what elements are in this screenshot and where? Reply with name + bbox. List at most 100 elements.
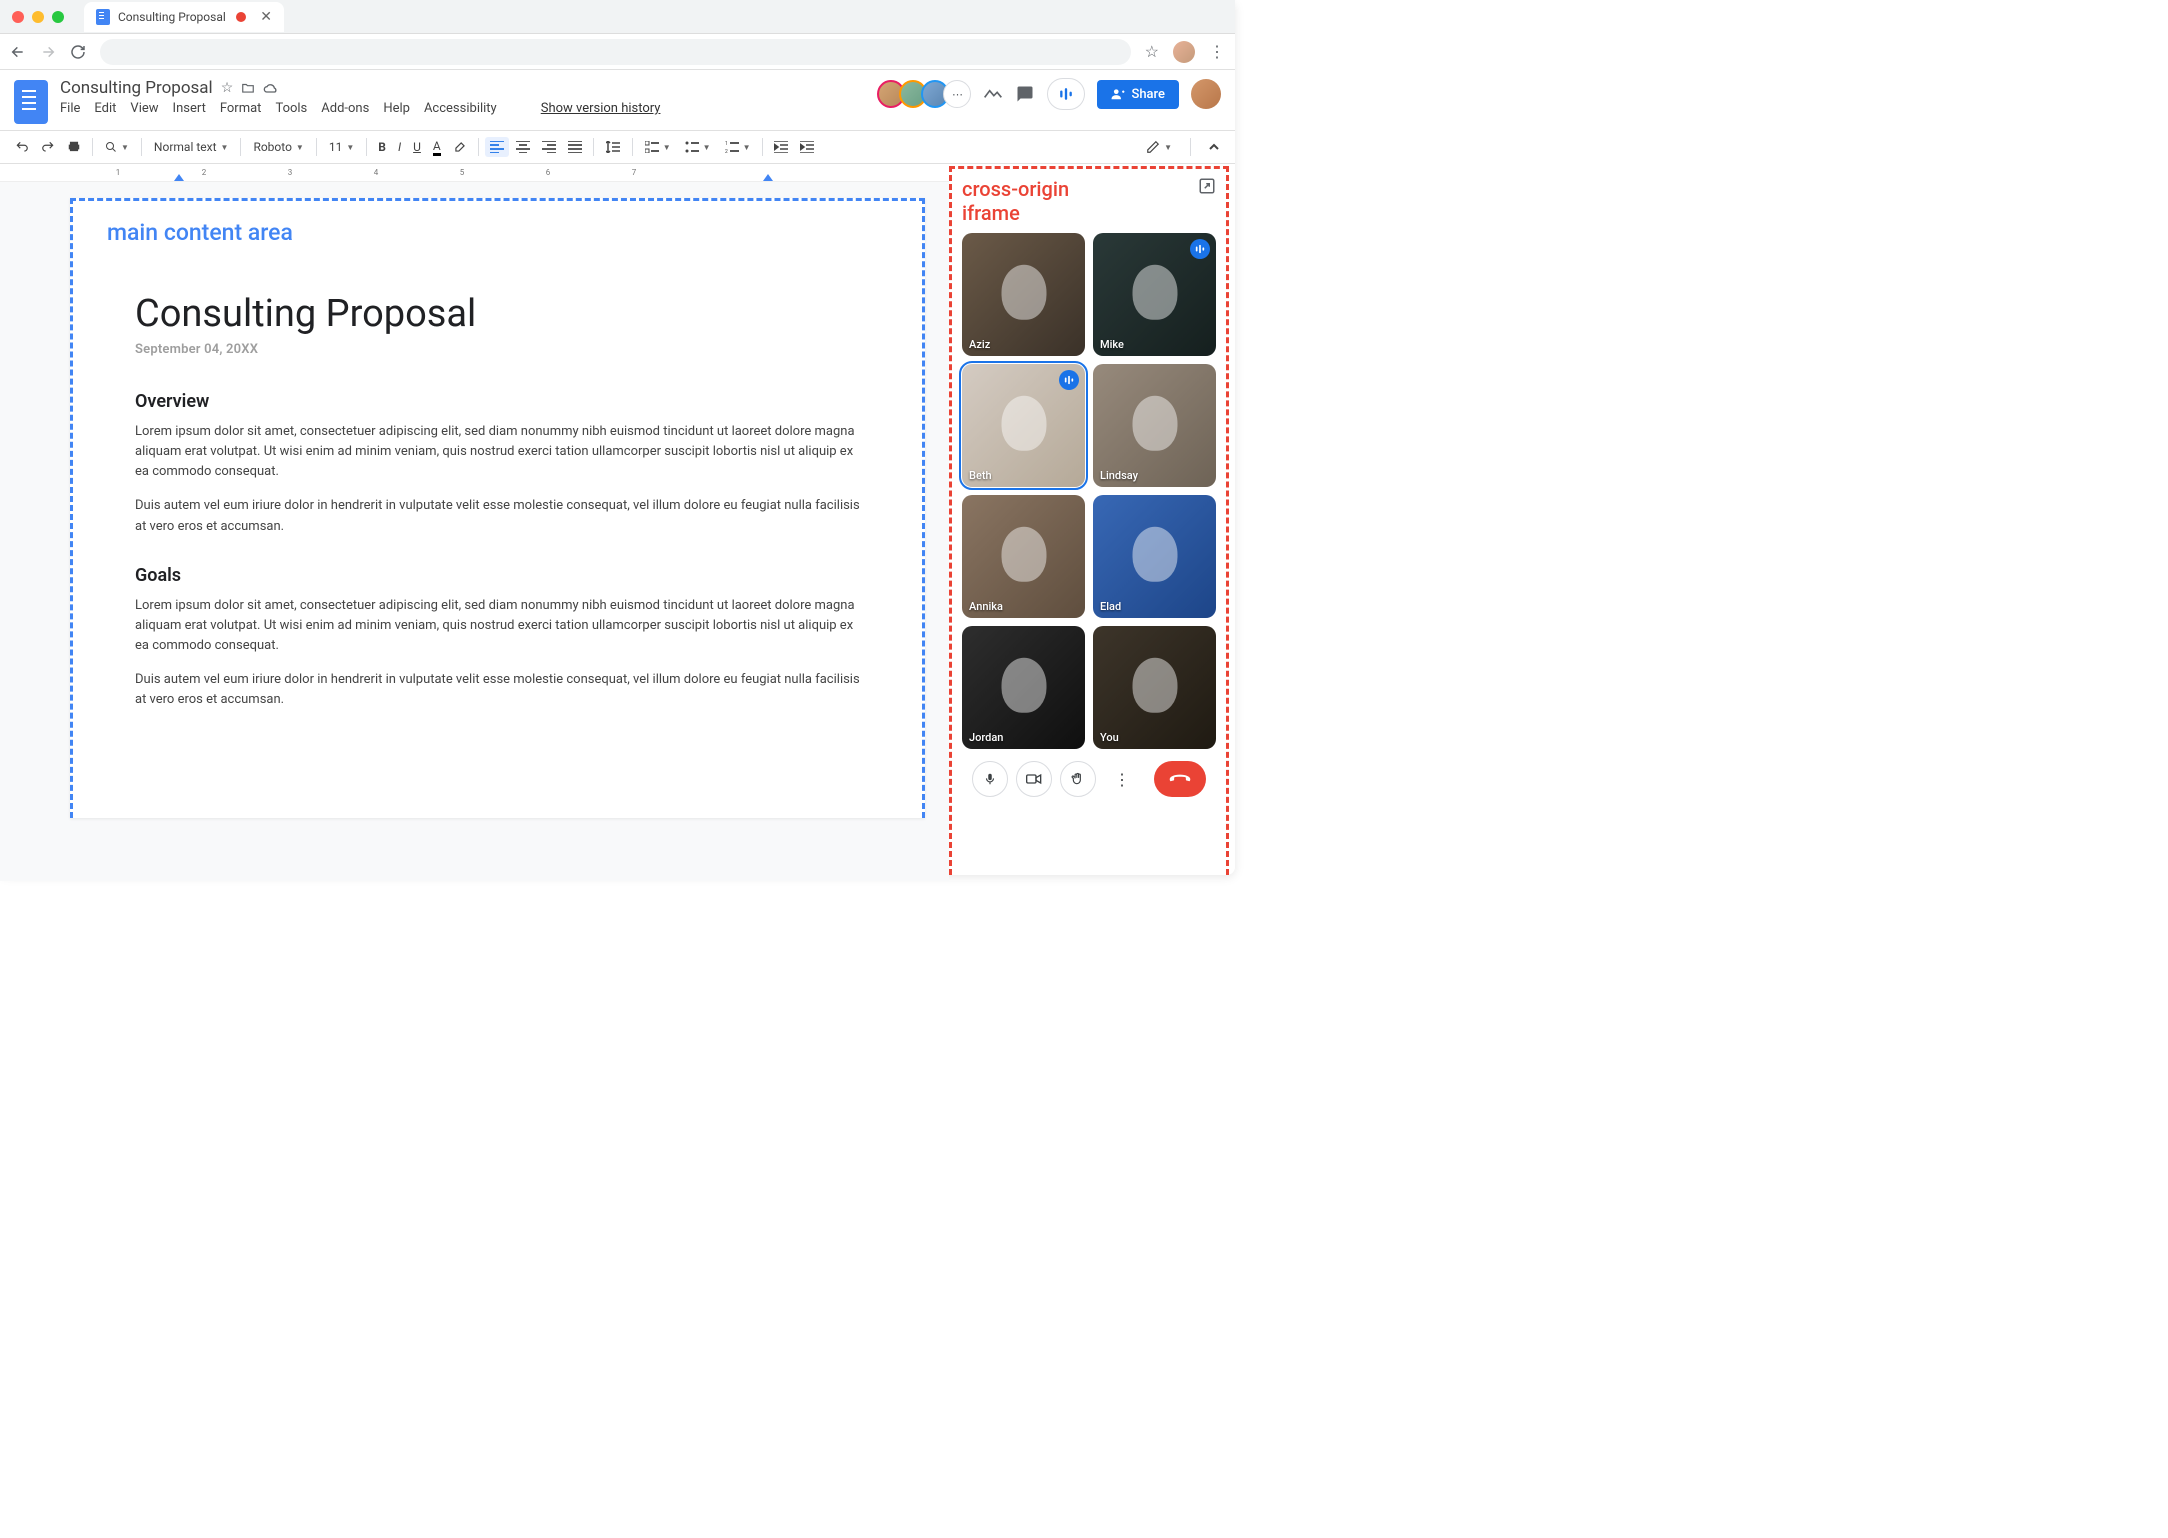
speaking-indicator-icon bbox=[1059, 370, 1079, 390]
menu-view[interactable]: View bbox=[130, 101, 158, 116]
tab-title: Consulting Proposal bbox=[118, 10, 226, 24]
docs-logo-icon[interactable] bbox=[14, 80, 48, 124]
video-tile[interactable]: Elad bbox=[1093, 495, 1216, 618]
bookmark-star-icon[interactable]: ☆ bbox=[1145, 42, 1159, 61]
paragraph[interactable]: Duis autem vel eum iriure dolor in hendr… bbox=[135, 496, 860, 536]
redo-button[interactable] bbox=[36, 136, 60, 158]
underline-button[interactable]: U bbox=[408, 136, 426, 158]
video-tile[interactable]: You bbox=[1093, 626, 1216, 749]
paragraph[interactable]: Duis autem vel eum iriure dolor in hendr… bbox=[135, 670, 860, 710]
hangup-button[interactable] bbox=[1154, 761, 1206, 797]
undo-button[interactable] bbox=[10, 136, 34, 158]
horizontal-ruler[interactable]: 1 2 3 4 5 6 7 bbox=[0, 164, 949, 182]
indent-increase-button[interactable] bbox=[795, 137, 819, 157]
indent-decrease-button[interactable] bbox=[769, 137, 793, 157]
participant-name: Aziz bbox=[969, 338, 990, 351]
nav-reload-button[interactable] bbox=[70, 44, 86, 60]
docs-favicon-icon bbox=[96, 9, 110, 25]
camera-button[interactable] bbox=[1016, 761, 1052, 797]
menu-tools[interactable]: Tools bbox=[275, 101, 307, 116]
window-minimize[interactable] bbox=[32, 11, 44, 23]
participant-name: Annika bbox=[969, 600, 1003, 613]
document-title[interactable]: Consulting Proposal bbox=[60, 78, 213, 98]
document-page[interactable]: main content area Consulting Proposal Se… bbox=[70, 198, 925, 818]
checklist-button[interactable]: ▼ bbox=[639, 137, 677, 157]
highlight-button[interactable] bbox=[448, 136, 472, 158]
bulleted-list-button[interactable]: ▼ bbox=[679, 137, 717, 157]
right-margin-marker-icon[interactable] bbox=[763, 174, 773, 181]
section-heading[interactable]: Overview bbox=[135, 391, 860, 412]
document-canvas[interactable]: 1 2 3 4 5 6 7 main content area Consulti… bbox=[0, 164, 949, 881]
italic-button[interactable]: I bbox=[393, 136, 406, 158]
window-controls bbox=[12, 11, 64, 23]
more-options-button[interactable]: ⋮ bbox=[1104, 761, 1140, 797]
person-add-icon bbox=[1111, 87, 1125, 101]
menu-insert[interactable]: Insert bbox=[173, 101, 206, 116]
video-grid: Aziz Mike Beth Lindsay Annika Elad Jordan You bbox=[962, 233, 1216, 749]
editing-mode-button[interactable]: ▼ bbox=[1140, 136, 1178, 158]
browser-tab[interactable]: Consulting Proposal ✕ bbox=[84, 2, 284, 32]
font-size-dropdown[interactable]: 11▼ bbox=[323, 136, 360, 158]
nav-back-button[interactable] bbox=[10, 44, 26, 60]
document-date[interactable]: September 04, 20XX bbox=[135, 342, 860, 357]
video-tile[interactable]: Jordan bbox=[962, 626, 1085, 749]
recording-indicator-icon bbox=[236, 12, 246, 22]
version-history-link[interactable]: Show version history bbox=[541, 101, 661, 116]
browser-menu-button[interactable]: ⋮ bbox=[1209, 42, 1225, 61]
line-spacing-button[interactable] bbox=[600, 137, 626, 157]
align-left-button[interactable] bbox=[485, 137, 509, 157]
collaborator-overflow: ⋯ bbox=[943, 80, 971, 108]
align-justify-button[interactable] bbox=[563, 137, 587, 157]
video-tile[interactable]: Beth bbox=[962, 364, 1085, 487]
url-input[interactable] bbox=[100, 39, 1131, 65]
voice-typing-button[interactable] bbox=[1047, 78, 1085, 110]
mute-button[interactable] bbox=[972, 761, 1008, 797]
annotation-main-content: main content area bbox=[107, 219, 860, 246]
paragraph[interactable]: Lorem ipsum dolor sit amet, consectetuer… bbox=[135, 422, 860, 482]
account-avatar[interactable] bbox=[1191, 79, 1221, 109]
font-dropdown[interactable]: Roboto▼ bbox=[247, 136, 309, 158]
svg-text:1: 1 bbox=[725, 141, 728, 147]
align-center-button[interactable] bbox=[511, 137, 535, 157]
browser-profile-avatar[interactable] bbox=[1173, 41, 1195, 63]
cloud-status-icon[interactable] bbox=[263, 82, 279, 94]
window-close[interactable] bbox=[12, 11, 24, 23]
tab-close-button[interactable]: ✕ bbox=[260, 9, 272, 25]
window-maximize[interactable] bbox=[52, 11, 64, 23]
popout-button[interactable] bbox=[1198, 177, 1216, 195]
share-button[interactable]: Share bbox=[1097, 80, 1179, 109]
menu-file[interactable]: File bbox=[60, 101, 80, 116]
menu-accessibility[interactable]: Accessibility bbox=[424, 101, 497, 116]
paragraph-style-dropdown[interactable]: Normal text▼ bbox=[148, 136, 235, 158]
bold-button[interactable]: B bbox=[373, 136, 391, 158]
formatting-toolbar: ▼ Normal text▼ Roboto▼ 11▼ B I U A ▼ ▼ 1… bbox=[0, 130, 1235, 164]
section-heading[interactable]: Goals bbox=[135, 565, 860, 586]
align-right-button[interactable] bbox=[537, 137, 561, 157]
nav-forward-button[interactable] bbox=[40, 44, 56, 60]
text-color-button[interactable]: A bbox=[428, 135, 446, 160]
print-button[interactable] bbox=[62, 136, 86, 158]
collaborator-avatars[interactable]: ⋯ bbox=[883, 80, 971, 108]
hide-menus-button[interactable] bbox=[1203, 137, 1225, 157]
participant-name: Beth bbox=[969, 469, 992, 482]
video-tile[interactable]: Mike bbox=[1093, 233, 1216, 356]
menu-addons[interactable]: Add-ons bbox=[321, 101, 369, 116]
zoom-dropdown[interactable]: ▼ bbox=[99, 137, 135, 157]
activity-icon[interactable] bbox=[983, 86, 1003, 102]
svg-text:2: 2 bbox=[725, 149, 728, 153]
paragraph[interactable]: Lorem ipsum dolor sit amet, consectetuer… bbox=[135, 596, 860, 656]
video-tile[interactable]: Lindsay bbox=[1093, 364, 1216, 487]
document-heading[interactable]: Consulting Proposal bbox=[135, 292, 860, 336]
move-folder-icon[interactable] bbox=[241, 81, 255, 95]
numbered-list-button[interactable]: 12▼ bbox=[719, 137, 757, 157]
comments-icon[interactable] bbox=[1015, 85, 1035, 103]
raise-hand-button[interactable] bbox=[1060, 761, 1096, 797]
star-icon[interactable]: ☆ bbox=[221, 80, 234, 96]
meet-controls: ⋮ bbox=[962, 761, 1216, 797]
menu-help[interactable]: Help bbox=[383, 101, 410, 116]
menu-format[interactable]: Format bbox=[220, 101, 262, 116]
video-tile[interactable]: Annika bbox=[962, 495, 1085, 618]
menu-edit[interactable]: Edit bbox=[94, 101, 116, 116]
participant-name: Jordan bbox=[969, 731, 1003, 744]
video-tile[interactable]: Aziz bbox=[962, 233, 1085, 356]
